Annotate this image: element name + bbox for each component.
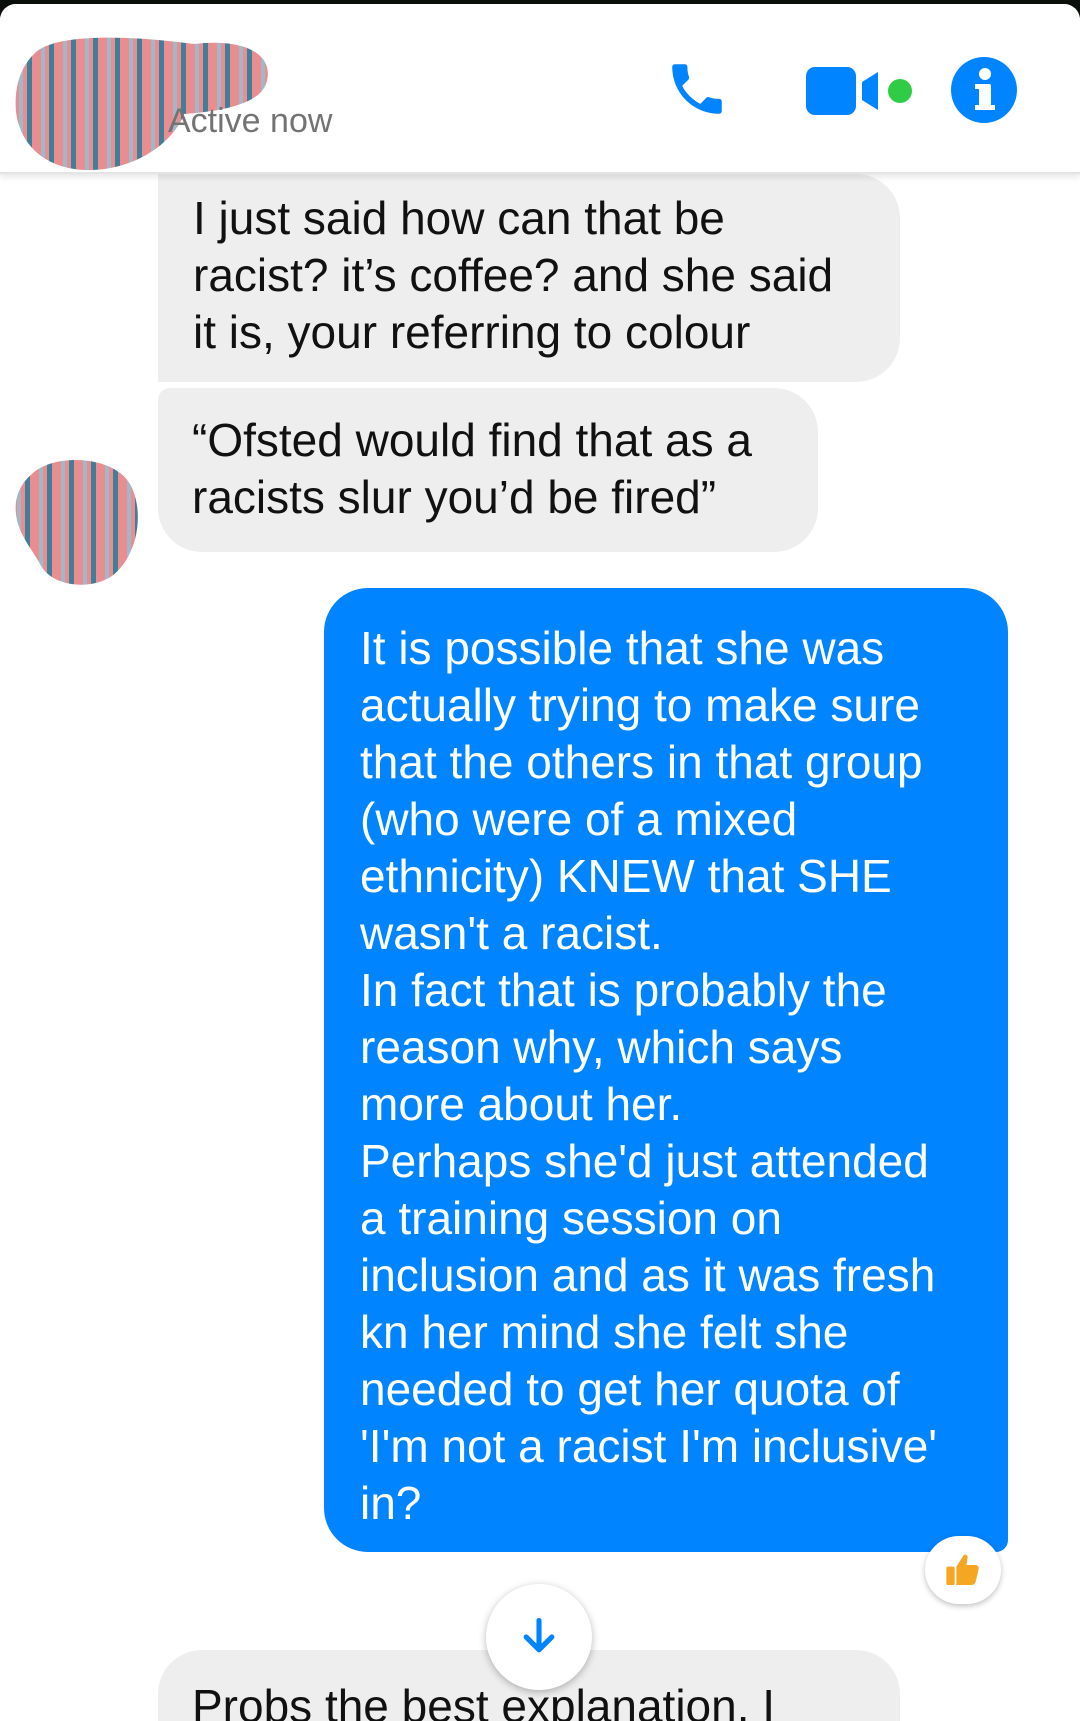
message-line: needed to get her quota of [360,1363,900,1415]
message-line: ethnicity) KNEW that SHE [360,850,892,902]
message-line: I just said how can that be [193,192,725,244]
message-line: more about her. [360,1078,683,1130]
message-line: in? [360,1477,422,1529]
scroll-to-bottom-button[interactable] [486,1584,592,1690]
message-line: racists slur you’d be fired” [192,471,717,523]
message-line: that the others in that group [360,736,923,788]
arrow-down-icon [523,1617,555,1653]
thumbs-up-icon [946,1554,979,1585]
message-line: It is possible that she was [360,622,885,674]
message-line: a training session on [360,1192,782,1244]
phone-icon[interactable] [664,56,730,122]
video-call-icon[interactable] [804,64,916,118]
message-line: racist? it’s coffee? and she said [193,249,834,301]
message-line: reason why, which says [360,1021,843,1073]
info-icon[interactable] [950,56,1018,124]
chat-window: Active now I just said how can that be r… [0,4,1080,1721]
active-status: Active now [168,102,333,140]
message-line: (who were of a mixed [360,793,798,845]
message-line: kn her mind she felt she [360,1306,849,1358]
message-line: inclusion and as it was fresh [360,1249,936,1301]
incoming-message[interactable]: I just said how can that be racist? it’s… [158,174,900,382]
incoming-message[interactable]: “Ofsted would find that as a racists slu… [158,388,818,552]
message-line: it is, your referring to colour [193,306,751,358]
message-line: Perhaps she'd just attended [360,1135,929,1187]
chat-header: Active now [0,4,1080,174]
message-line: Probs the best explanation. I [192,1680,776,1721]
message-line: actually trying to make sure [360,679,920,731]
redacted-sender-avatar[interactable] [12,454,142,589]
outgoing-message[interactable]: It is possible that she was actually try… [324,588,1008,1552]
message-line: “Ofsted would find that as a [192,414,752,466]
message-reaction[interactable] [925,1536,1001,1604]
message-line: 'I'm not a racist I'm inclusive' [360,1420,938,1472]
message-line: In fact that is probably the [360,964,887,1016]
message-line: wasn't a racist. [360,907,663,959]
